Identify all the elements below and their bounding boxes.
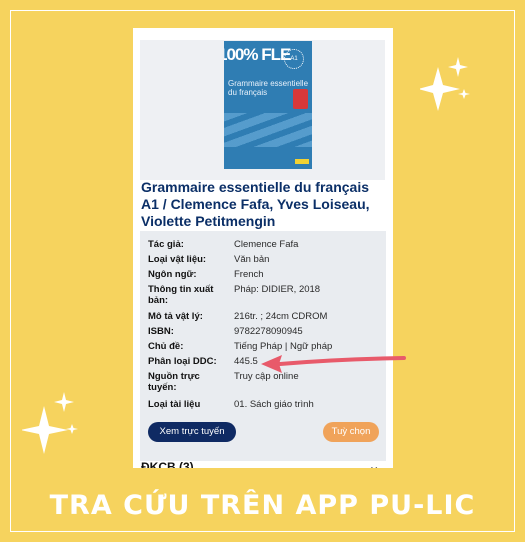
publisher-logo bbox=[295, 159, 309, 164]
detail-label: Thông tin xuất bản: bbox=[148, 284, 214, 306]
detail-label: Phân loại DDC: bbox=[148, 356, 217, 367]
detail-label: Nguồn trực tuyến: bbox=[148, 371, 200, 393]
cover-red-badge bbox=[293, 89, 308, 109]
options-button[interactable]: Tuỳ chọn bbox=[323, 422, 379, 442]
book-cover-image[interactable]: 100% FLE A1 Grammaire essentielle du fra… bbox=[224, 41, 312, 169]
view-online-button[interactable]: Xem trực tuyến bbox=[148, 422, 236, 442]
detail-value: 01. Sách giáo trình bbox=[234, 399, 314, 410]
cover-level-badge: A1 bbox=[284, 49, 304, 69]
detail-label: Mô tả vật lý: bbox=[148, 311, 203, 322]
detail-value: French bbox=[234, 269, 264, 280]
detail-value: 216tr. ; 24cm CDROM bbox=[234, 311, 328, 322]
detail-value: Pháp: DIDIER, 2018 bbox=[234, 284, 321, 295]
detail-label: Tác giả: bbox=[148, 239, 184, 250]
sparkle-icon bbox=[22, 392, 78, 454]
detail-label: Loại tài liệu bbox=[148, 399, 201, 410]
detail-label: Chủ đề: bbox=[148, 341, 184, 352]
details-panel: Tác giả: Clemence Fafa Loại vật liệu: Vă… bbox=[140, 231, 386, 461]
cover-logo: 100% FLE bbox=[224, 45, 291, 64]
cover-artwork bbox=[224, 113, 312, 147]
dkcb-section-header[interactable]: ĐKCB (3) ⌄ bbox=[141, 458, 386, 468]
book-cover-area: 100% FLE A1 Grammaire essentielle du fra… bbox=[140, 40, 385, 180]
detail-value: 9782278090945 bbox=[234, 326, 303, 337]
dkcb-label: ĐKCB (3) bbox=[141, 460, 194, 468]
book-title: Grammaire essentielle du français A1 / C… bbox=[141, 179, 370, 229]
chevron-down-icon[interactable]: ⌄ bbox=[368, 458, 380, 468]
detail-label: Loại vật liệu: bbox=[148, 254, 207, 265]
detail-label: ISBN: bbox=[148, 326, 174, 337]
pointer-arrow-icon bbox=[261, 355, 406, 373]
detail-value: Clemence Fafa bbox=[234, 239, 299, 250]
detail-label: Ngôn ngữ: bbox=[148, 269, 197, 280]
detail-value: Văn bản bbox=[234, 254, 270, 265]
phone-screen: 100% FLE A1 Grammaire essentielle du fra… bbox=[133, 28, 393, 468]
banner-text: TRA CỨU TRÊN APP PU-LIC bbox=[49, 490, 476, 521]
sparkle-icon bbox=[420, 57, 470, 111]
